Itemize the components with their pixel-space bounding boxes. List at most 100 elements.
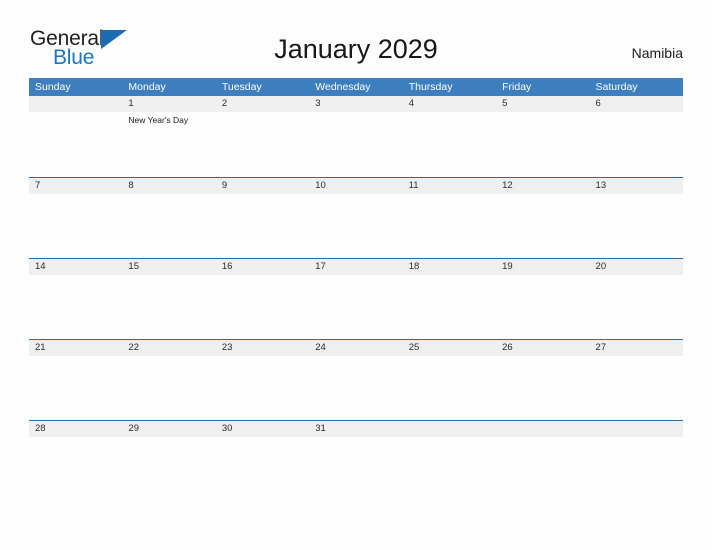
day-number[interactable]: 11 bbox=[403, 178, 496, 194]
day-number[interactable]: 26 bbox=[496, 340, 589, 356]
day-number[interactable]: 14 bbox=[29, 259, 122, 275]
day-number[interactable]: 9 bbox=[216, 178, 309, 194]
day-number[interactable]: 10 bbox=[309, 178, 402, 194]
day-cell[interactable] bbox=[216, 275, 309, 339]
day-cell[interactable] bbox=[309, 437, 402, 501]
day-cell[interactable] bbox=[496, 275, 589, 339]
calendar-week-row: 14 15 16 17 18 19 20 bbox=[29, 258, 683, 339]
calendar-week-row: 1 2 3 4 5 6 New Year's Day bbox=[29, 96, 683, 177]
day-number[interactable]: 23 bbox=[216, 340, 309, 356]
day-number[interactable]: 15 bbox=[122, 259, 215, 275]
day-cell[interactable] bbox=[403, 275, 496, 339]
day-cell[interactable] bbox=[403, 356, 496, 420]
day-cell[interactable] bbox=[403, 437, 496, 501]
day-number[interactable] bbox=[403, 421, 496, 437]
day-number[interactable]: 29 bbox=[122, 421, 215, 437]
calendar-weeks: 1 2 3 4 5 6 New Year's Day 7 8 9 10 11 12 13 14 15 16 17 1… bbox=[29, 96, 683, 501]
day-cell[interactable] bbox=[216, 194, 309, 258]
day-cell[interactable] bbox=[309, 275, 402, 339]
calendar-week-row: 28 29 30 31 bbox=[29, 420, 683, 501]
weekday-header-sunday: Sunday bbox=[35, 81, 71, 93]
day-cell[interactable] bbox=[590, 356, 683, 420]
weekday-header-thursday: Thursday bbox=[408, 81, 453, 93]
day-number[interactable]: 13 bbox=[590, 178, 683, 194]
event-band bbox=[29, 356, 683, 420]
day-number[interactable]: 19 bbox=[496, 259, 589, 275]
day-cell[interactable] bbox=[590, 194, 683, 258]
day-cell[interactable] bbox=[496, 194, 589, 258]
event-band: New Year's Day bbox=[29, 112, 683, 176]
day-number[interactable]: 27 bbox=[590, 340, 683, 356]
day-number[interactable]: 1 bbox=[122, 96, 215, 112]
day-number[interactable]: 22 bbox=[122, 340, 215, 356]
day-number[interactable]: 6 bbox=[590, 96, 683, 112]
weekday-header-row: Sunday Monday Tuesday Wednesday Thursday Frid… bbox=[29, 78, 683, 96]
day-cell[interactable] bbox=[122, 194, 215, 258]
day-number[interactable] bbox=[590, 421, 683, 437]
day-cell[interactable] bbox=[29, 437, 122, 501]
day-number[interactable]: 16 bbox=[216, 259, 309, 275]
event-band bbox=[29, 437, 683, 501]
calendar-page: General Blue January 2029 Namibia Sunday… bbox=[0, 0, 712, 550]
day-cell[interactable] bbox=[309, 194, 402, 258]
day-number[interactable]: 18 bbox=[403, 259, 496, 275]
day-number[interactable]: 7 bbox=[29, 178, 122, 194]
day-number[interactable]: 31 bbox=[309, 421, 402, 437]
day-number[interactable]: 5 bbox=[496, 96, 589, 112]
date-number-band: 28 29 30 31 bbox=[29, 421, 683, 437]
day-cell[interactable] bbox=[29, 356, 122, 420]
weekday-header-tuesday: Tuesday bbox=[221, 81, 262, 93]
day-cell[interactable] bbox=[403, 112, 496, 176]
day-cell[interactable] bbox=[590, 437, 683, 501]
weekday-header-monday: Monday bbox=[128, 81, 166, 93]
event-band bbox=[29, 194, 683, 258]
day-number[interactable]: 20 bbox=[590, 259, 683, 275]
event-band bbox=[29, 275, 683, 339]
calendar-week-row: 21 22 23 24 25 26 27 bbox=[29, 339, 683, 420]
day-number[interactable]: 8 bbox=[122, 178, 215, 194]
day-cell[interactable] bbox=[29, 275, 122, 339]
day-number[interactable]: 4 bbox=[403, 96, 496, 112]
holiday-label: New Year's Day bbox=[128, 115, 189, 125]
day-cell[interactable] bbox=[122, 437, 215, 501]
day-number[interactable] bbox=[496, 421, 589, 437]
day-number[interactable]: 30 bbox=[216, 421, 309, 437]
page-title: January 2029 bbox=[274, 34, 438, 64]
day-cell[interactable] bbox=[590, 112, 683, 176]
day-cell[interactable] bbox=[496, 356, 589, 420]
day-number[interactable]: 3 bbox=[309, 96, 402, 112]
calendar-grid: Sunday Monday Tuesday Wednesday Thursday Frid… bbox=[29, 78, 683, 501]
day-cell[interactable] bbox=[309, 112, 402, 176]
day-number[interactable]: 24 bbox=[309, 340, 402, 356]
day-cell[interactable] bbox=[122, 275, 215, 339]
day-number[interactable]: 17 bbox=[309, 259, 402, 275]
day-cell[interactable] bbox=[29, 112, 122, 176]
day-cell[interactable] bbox=[29, 194, 122, 258]
date-number-band: 123456 bbox=[29, 96, 683, 112]
day-cell[interactable] bbox=[496, 437, 589, 501]
date-number-band: 21 22 23 24 25 26 27 bbox=[29, 340, 683, 356]
day-cell[interactable] bbox=[496, 112, 589, 176]
day-number[interactable] bbox=[29, 96, 122, 112]
day-cell[interactable] bbox=[122, 356, 215, 420]
day-number[interactable]: 12 bbox=[496, 178, 589, 194]
page-header: General Blue January 2029 Namibia bbox=[0, 0, 712, 76]
day-cell[interactable] bbox=[590, 275, 683, 339]
day-cell[interactable] bbox=[216, 356, 309, 420]
country-label: Namibia bbox=[631, 45, 683, 61]
date-number-band: 7 8 9 10 11 12 13 bbox=[29, 178, 683, 194]
day-cell[interactable] bbox=[216, 437, 309, 501]
day-number[interactable]: 2 bbox=[216, 96, 309, 112]
weekday-header-saturday: Saturday bbox=[595, 81, 638, 93]
day-cell[interactable] bbox=[216, 112, 309, 176]
day-number[interactable]: 25 bbox=[403, 340, 496, 356]
day-cell[interactable] bbox=[403, 194, 496, 258]
day-cell[interactable]: New Year's Day bbox=[122, 112, 215, 176]
day-number[interactable]: 28 bbox=[29, 421, 122, 437]
weekday-header-friday: Friday bbox=[502, 81, 532, 93]
calendar-week-row: 7 8 9 10 11 12 13 bbox=[29, 177, 683, 258]
weekday-header-wednesday: Wednesday bbox=[315, 81, 371, 93]
day-cell[interactable] bbox=[309, 356, 402, 420]
date-number-band: 14 15 16 17 18 19 20 bbox=[29, 259, 683, 275]
day-number[interactable]: 21 bbox=[29, 340, 122, 356]
